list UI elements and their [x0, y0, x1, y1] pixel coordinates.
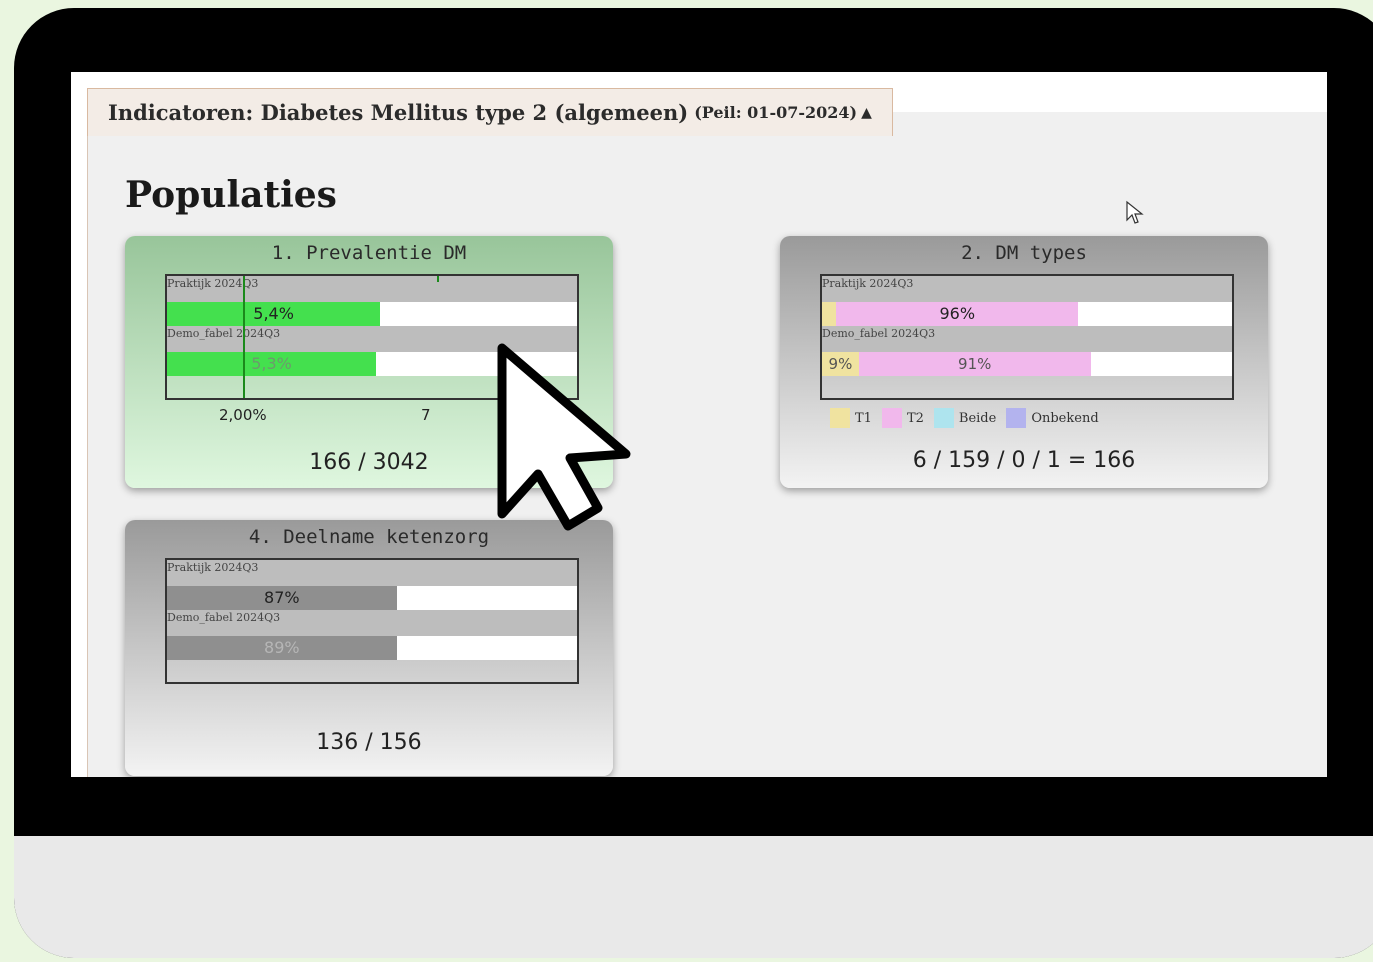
bar-value: 5,4%: [253, 304, 294, 323]
legend-label: Onbekend: [1031, 410, 1099, 426]
bar-track: 96%: [822, 302, 1232, 326]
bar-row: Demo_fabel 2024Q3 9% 91%: [822, 326, 1232, 376]
card-title: 1. Prevalentie DM: [271, 242, 467, 264]
card-dm-types[interactable]: 2. DM types Praktijk 2024Q3 96% Demo_fab…: [780, 236, 1268, 488]
bar-row: Praktijk 2024Q3 87%: [167, 560, 577, 610]
bar-chart: Praktijk 2024Q3 87% Demo_fabel 2024Q3 89…: [165, 558, 579, 684]
legend-swatch: [881, 408, 902, 428]
bar-track: 5,4%: [167, 302, 577, 326]
legend-swatch: [830, 408, 850, 428]
row-label: Demo_fabel 2024Q3: [167, 611, 281, 624]
cursor-arrow-icon: [497, 343, 631, 531]
mouse-pointer-icon: [1126, 200, 1144, 224]
row-label: Demo_fabel 2024Q3: [822, 327, 936, 340]
bar-track: 87%: [167, 586, 577, 610]
card-count: 6 / 159 / 0 / 1 = 166: [912, 448, 1136, 473]
t1-value: 9%: [828, 355, 853, 373]
chart-legend: T1 T2 Beide Onbekend: [830, 408, 1099, 428]
row-label: Praktijk 2024Q3: [822, 277, 914, 290]
bar-row: Demo_fabel 2024Q3 89%: [167, 610, 577, 660]
legend-item: T1: [830, 408, 872, 428]
axis-tick-label: 2,00%: [219, 406, 267, 424]
reference-line: [243, 276, 245, 398]
legend-label: T2: [906, 410, 924, 426]
reference-line: [437, 276, 439, 282]
section-heading: Populaties: [125, 174, 337, 216]
t2-value: 91%: [958, 355, 992, 373]
legend-item: Beide: [933, 408, 997, 428]
bar-row: Praktijk 2024Q3 5,4%: [167, 276, 577, 326]
row-label: Demo_fabel 2024Q3: [167, 327, 281, 340]
stacked-bar-chart: Praktijk 2024Q3 96% Demo_fabel 2024Q3 9%…: [820, 274, 1234, 400]
bar-value: 5,3%: [251, 354, 292, 373]
card-count: 136 / 156: [316, 730, 422, 755]
legend-item: T2: [881, 408, 924, 428]
bar-track: 89%: [167, 636, 577, 660]
t1-segment: [822, 302, 837, 326]
axis-tick-label: 7: [421, 406, 431, 424]
peil-date: (Peil: 01-07-2024): [694, 103, 858, 122]
card-title: 2. DM types: [961, 242, 1087, 264]
t2-value: 96%: [939, 304, 976, 323]
panel-title: Indicatoren: Diabetes Mellitus type 2 (a…: [108, 100, 689, 125]
legend-label: Beide: [958, 410, 997, 426]
bar-value: 89%: [264, 638, 300, 657]
legend-swatch: [1006, 408, 1027, 428]
bar-value: 87%: [264, 588, 300, 607]
legend-swatch: [933, 408, 954, 428]
device-frame: Indicatoren: Diabetes Mellitus type 2 (a…: [14, 8, 1373, 958]
device-chin: [14, 836, 1373, 958]
legend-label: T1: [855, 410, 872, 426]
screen: Indicatoren: Diabetes Mellitus type 2 (a…: [71, 72, 1327, 777]
collapse-caret-icon[interactable]: ▲: [861, 105, 872, 121]
panel-toggle-tab[interactable]: Indicatoren: Diabetes Mellitus type 2 (a…: [87, 88, 893, 136]
row-label: Praktijk 2024Q3: [167, 561, 259, 574]
card-deelname-ketenzorg[interactable]: 4. Deelname ketenzorg Praktijk 2024Q3 87…: [125, 520, 613, 776]
bar-row: Praktijk 2024Q3 96%: [822, 276, 1232, 326]
bar-track: 9% 91%: [822, 352, 1232, 376]
legend-item: Onbekend: [1006, 408, 1099, 428]
